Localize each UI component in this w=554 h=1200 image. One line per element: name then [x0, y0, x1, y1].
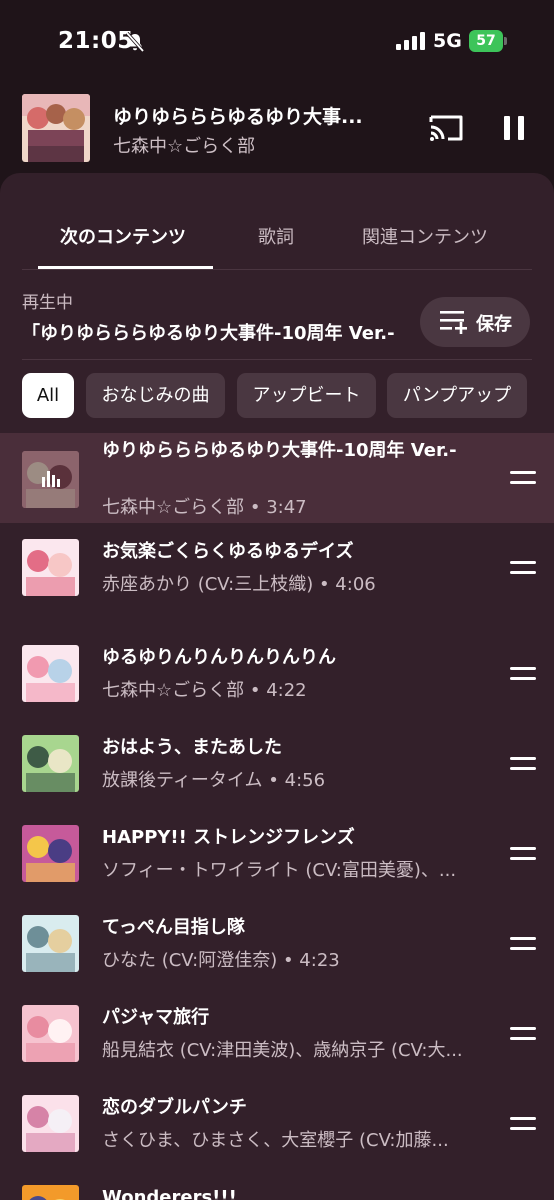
queue-item-subtitle: 七森中☆ごらく部 • 3:47 — [102, 497, 307, 518]
queue-item-thumbnail — [22, 451, 79, 508]
drag-handle-icon[interactable] — [510, 935, 536, 953]
queue-item-subtitle: ひなた (CV:阿澄佳奈) • 4:23 — [102, 950, 340, 971]
drag-handle-icon[interactable] — [510, 1115, 536, 1133]
queue-item[interactable]: 恋のダブルパンチさくひま、ひまさく、大室櫻子 (CV:加藤... — [0, 1079, 554, 1169]
queue-item-title: HAPPY!! ストレンジフレンズ — [102, 827, 355, 848]
chip-all[interactable]: All — [22, 373, 74, 418]
queue-item-thumbnail — [22, 539, 79, 596]
queue-item[interactable]: おはよう、またあした放課後ティータイム • 4:56 — [0, 719, 554, 809]
queue-item-subtitle: 赤座あかり (CV:三上枝織) • 4:06 — [102, 574, 376, 595]
queue-item-thumbnail — [22, 645, 79, 702]
network-type: 5G — [433, 30, 462, 52]
battery-level: 57 — [469, 30, 503, 52]
queue-item-thumbnail — [22, 915, 79, 972]
filter-chips: All おなじみの曲 アップビート パンプアップ — [22, 373, 554, 419]
queue-item[interactable]: ゆるゆりんりんりんりんりん 七森中☆ごらく部 • 4:22 — [0, 629, 554, 719]
status-time: 21:05 — [58, 28, 134, 54]
queue-item-title: 恋のダブルパンチ — [102, 1097, 247, 1118]
signal-icon — [396, 32, 425, 50]
tab-lyrics[interactable]: 歌詞 — [258, 223, 294, 249]
now-playing-equalizer-icon — [42, 471, 60, 487]
queue-item-subtitle: 七森中☆ごらく部 • 4:22 — [102, 680, 307, 701]
queue-item-title: ゆりゆらららゆるゆり大事件-10周年 Ver.- — [102, 440, 457, 461]
status-bar: 21:05 5G 57 — [0, 0, 554, 82]
queue-item-thumbnail — [22, 825, 79, 882]
queue-item-subtitle: 船見結衣 (CV:津田美波)、歳納京子 (CV:大... — [102, 1040, 463, 1061]
queue-item-title: てっぺん目指し隊 — [102, 917, 245, 938]
now-playing-label: 再生中 — [22, 293, 73, 313]
chip-familiar[interactable]: おなじみの曲 — [86, 373, 225, 418]
drag-handle-icon[interactable] — [510, 665, 536, 683]
save-button[interactable]: 保存 — [420, 297, 530, 347]
queue-item[interactable]: HAPPY!! ストレンジフレンズソフィー・トワイライト (CV:富田美憂)、.… — [0, 809, 554, 899]
active-tab-indicator — [38, 266, 213, 269]
queue-item[interactable]: Wonderers!!! — [0, 1169, 554, 1200]
drag-handle-icon[interactable] — [510, 845, 536, 863]
tab-up-next[interactable]: 次のコンテンツ — [60, 223, 186, 249]
divider — [22, 359, 532, 360]
queue-item-title: お気楽ごくらくゆるゆるデイズ — [102, 541, 354, 562]
queue-item-thumbnail — [22, 1185, 79, 1200]
mini-player[interactable]: ゆりゆらららゆるゆり大事... 七森中☆ごらく部 — [0, 92, 554, 172]
chip-upbeat[interactable]: アップビート — [237, 373, 376, 418]
queue-item-subtitle: 放課後ティータイム • 4:56 — [102, 770, 326, 791]
bell-muted-icon — [125, 31, 145, 53]
mini-player-artist[interactable]: 七森中☆ごらく部 — [113, 132, 255, 158]
queue-item-title: Wonderers!!! — [102, 1187, 237, 1200]
queue-item-thumbnail — [22, 1095, 79, 1152]
now-playing-title: 「ゆりゆらららゆるゆり大事件-10周年 Ver.- — [22, 323, 395, 344]
queue-item[interactable]: パジャマ旅行船見結衣 (CV:津田美波)、歳納京子 (CV:大... — [0, 989, 554, 1079]
album-art[interactable] — [22, 94, 90, 162]
queue-item[interactable]: お気楽ごくらくゆるゆるデイズ赤座あかり (CV:三上枝織) • 4:06 — [0, 523, 554, 613]
queue-item[interactable]: てっぺん目指し隊ひなた (CV:阿澄佳奈) • 4:23 — [0, 899, 554, 989]
queue-item-subtitle: さくひま、ひまさく、大室櫻子 (CV:加藤... — [102, 1130, 449, 1151]
mini-player-title[interactable]: ゆりゆらららゆるゆり大事... — [113, 102, 383, 129]
drag-handle-icon[interactable] — [510, 1025, 536, 1043]
pause-icon[interactable] — [502, 114, 526, 142]
battery-icon: 57 — [469, 30, 507, 52]
playlist-add-icon — [440, 311, 467, 334]
chip-pump-up[interactable]: パンプアップ — [387, 373, 527, 418]
queue-sheet: 次のコンテンツ 歌詞 関連コンテンツ 再生中 「ゆりゆらららゆるゆり大事件-10… — [0, 173, 554, 1200]
save-button-label: 保存 — [476, 314, 512, 335]
tab-bar: 次のコンテンツ 歌詞 関連コンテンツ — [22, 173, 532, 270]
queue-item-title: パジャマ旅行 — [102, 1007, 210, 1028]
queue-item-title: おはよう、またあした — [102, 737, 282, 758]
drag-handle-icon[interactable] — [510, 755, 536, 773]
cast-icon[interactable] — [428, 114, 464, 142]
queue-item[interactable]: ゆりゆらららゆるゆり大事件-10周年 Ver.- 七森中☆ごらく部 • 3:47 — [0, 433, 554, 523]
queue-item-title: ゆるゆりんりんりんりんりん — [102, 647, 336, 668]
tab-related[interactable]: 関連コンテンツ — [362, 223, 488, 249]
queue-item-thumbnail — [22, 735, 79, 792]
queue-item-subtitle: ソフィー・トワイライト (CV:富田美憂)、... — [102, 860, 457, 881]
drag-handle-icon[interactable] — [510, 559, 536, 577]
drag-handle-icon[interactable] — [510, 469, 536, 487]
queue-item-thumbnail — [22, 1005, 79, 1062]
